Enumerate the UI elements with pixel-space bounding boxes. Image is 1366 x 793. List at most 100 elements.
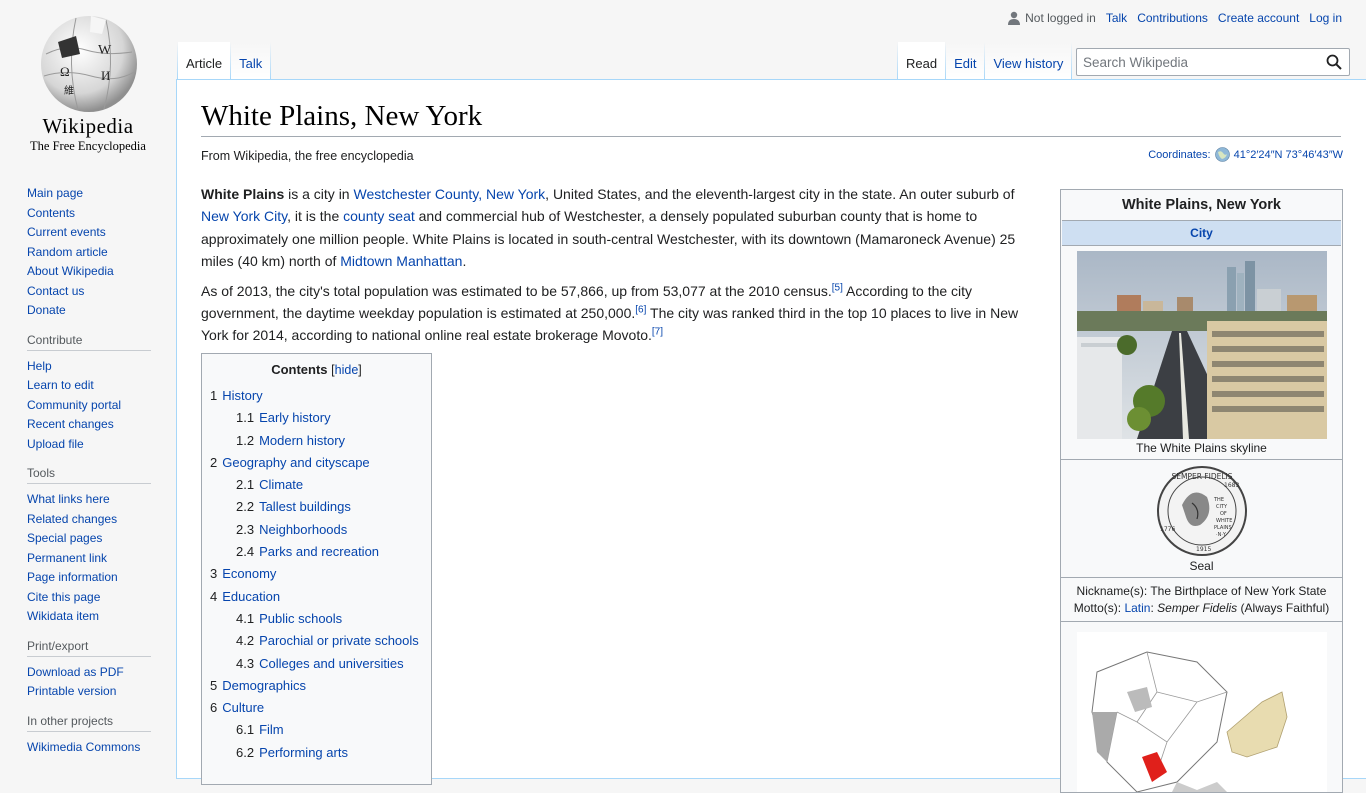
reference-7[interactable]: [7] xyxy=(652,327,663,338)
toc-link[interactable]: Demographics xyxy=(222,678,306,693)
tab-view-history[interactable]: View history xyxy=(985,42,1072,80)
coordinates-label[interactable]: Coordinates: xyxy=(1148,149,1210,161)
sidebar-list-item: Download as PDF xyxy=(27,663,151,683)
infobox-type: City xyxy=(1062,220,1341,246)
toc-item[interactable]: 2.1 Climate xyxy=(210,474,423,496)
sidebar-tools-item-list: What links here Related changes Special pa… xyxy=(27,490,151,627)
toc-item[interactable]: 6.2 Performing arts xyxy=(210,742,423,764)
toc-item[interactable]: 4.3 Colleges and universities xyxy=(210,653,423,675)
sidebar-nav-item[interactable]: Donate xyxy=(27,303,66,317)
toc-link[interactable]: Geography and cityscape xyxy=(222,455,369,470)
toc-item[interactable]: 2 Geography and cityscape xyxy=(210,452,423,474)
sidebar-contribute-item[interactable]: Help xyxy=(27,359,52,373)
login-link[interactable]: Log in xyxy=(1309,11,1342,25)
link-new-york-city[interactable]: New York City xyxy=(201,208,287,224)
toc-link[interactable]: Parochial or private schools xyxy=(259,633,419,648)
toc-link[interactable]: Film xyxy=(259,722,284,737)
toc-item[interactable]: 6 Culture xyxy=(210,697,423,719)
sidebar-nav-item[interactable]: Main page xyxy=(27,186,83,200)
link-westchester-county[interactable]: Westchester County, New York xyxy=(353,186,545,202)
sidebar-list-item: Community portal xyxy=(27,396,151,416)
reference-5[interactable]: [5] xyxy=(832,282,843,293)
sidebar-nav-item[interactable]: Contact us xyxy=(27,284,84,298)
tab-read[interactable]: Read xyxy=(898,42,946,80)
wikipedia-logo[interactable]: W Ω И 維 Wikipedia The Free Encyclopedia xyxy=(0,0,176,160)
toc-item[interactable]: 4.1 Public schools xyxy=(210,608,423,630)
tab-article[interactable]: Article xyxy=(178,42,231,80)
sidebar-tools-item[interactable]: Related changes xyxy=(27,512,117,526)
svg-text:維: 維 xyxy=(64,84,74,97)
toc-item[interactable]: 2.3 Neighborhoods xyxy=(210,519,423,541)
toc-hide-toggle[interactable]: hide xyxy=(335,363,359,377)
toc-link[interactable]: Economy xyxy=(222,566,276,581)
coordinates-value[interactable]: 41°2′24″N 73°46′43″W xyxy=(1234,149,1343,161)
toc-item[interactable]: 6.1 Film xyxy=(210,719,423,741)
toc-link[interactable]: Early history xyxy=(259,410,331,425)
infobox-type-link[interactable]: City xyxy=(1190,226,1213,240)
sidebar-contribute-item[interactable]: Community portal xyxy=(27,398,121,412)
toc-link[interactable]: Culture xyxy=(222,700,264,715)
sidebar-heading-contribute: Contribute xyxy=(27,333,151,351)
sidebar-contribute-item[interactable]: Upload file xyxy=(27,437,84,451)
sidebar-nav-item[interactable]: Random article xyxy=(27,245,108,259)
toc-link[interactable]: Tallest buildings xyxy=(259,499,351,514)
contributions-link[interactable]: Contributions xyxy=(1137,11,1208,25)
toc-number: 4.1 xyxy=(236,610,255,626)
sidebar-tools-item[interactable]: Special pages xyxy=(27,531,102,545)
toc-link[interactable]: Public schools xyxy=(259,611,342,626)
toc-link[interactable]: Parks and recreation xyxy=(259,544,379,559)
toc-number: 6.2 xyxy=(236,744,255,760)
sidebar-nav-item[interactable]: Contents xyxy=(27,206,75,220)
toc-item[interactable]: 4.2 Parochial or private schools xyxy=(210,630,423,652)
toc-link[interactable]: Education xyxy=(222,589,280,604)
toc-item[interactable]: 5 Demographics xyxy=(210,675,423,697)
toc-item[interactable]: 2.2 Tallest buildings xyxy=(210,496,423,518)
text-span: is a city in xyxy=(284,186,354,202)
search-input[interactable] xyxy=(1077,49,1319,75)
toc-link[interactable]: Modern history xyxy=(259,433,345,448)
toc-item[interactable]: 1.1 Early history xyxy=(210,407,423,429)
sidebar-contribute-item[interactable]: Recent changes xyxy=(27,417,114,431)
skyline-photo[interactable] xyxy=(1076,251,1327,439)
tab-edit[interactable]: Edit xyxy=(946,42,985,80)
link-county-seat[interactable]: county seat xyxy=(343,208,415,224)
sidebar-tools-item[interactable]: Permanent link xyxy=(27,551,107,565)
sidebar-tools-item[interactable]: Wikidata item xyxy=(27,609,99,623)
latin-link[interactable]: Latin xyxy=(1124,601,1150,615)
toc-link[interactable]: Climate xyxy=(259,477,303,492)
text-span: , it is the xyxy=(287,208,344,225)
link-midtown-manhattan[interactable]: Midtown Manhattan xyxy=(340,253,462,269)
text-span: . xyxy=(462,253,467,270)
sidebar-nav-item[interactable]: Current events xyxy=(27,225,106,239)
toc-link[interactable]: History xyxy=(222,388,262,403)
sidebar-contribute-item[interactable]: Learn to edit xyxy=(27,378,94,392)
toc-item[interactable]: 2.4 Parks and recreation xyxy=(210,541,423,563)
toc-item[interactable]: 3 Economy xyxy=(210,563,423,585)
sidebar-list-item: Donate xyxy=(27,301,151,321)
city-seal-image[interactable]: SEMPER FIDELIS 1683 THE CITY OF WHITE PL… xyxy=(1152,465,1252,557)
toc-item[interactable]: 4 Education xyxy=(210,586,423,608)
talk-link[interactable]: Talk xyxy=(1106,11,1127,25)
sidebar-list-item: Help xyxy=(27,357,151,377)
toc-link[interactable]: Colleges and universities xyxy=(259,656,404,671)
page-title: White Plains, New York xyxy=(201,100,1341,137)
tab-talk[interactable]: Talk xyxy=(231,42,271,80)
toc-item[interactable]: 1.2 Modern history xyxy=(210,430,423,452)
sidebar-print-item[interactable]: Download as PDF xyxy=(27,665,124,679)
sidebar-heading-projects: In other projects xyxy=(27,714,151,732)
population-paragraph: As of 2013, the city's total population … xyxy=(201,280,1023,347)
toc-item[interactable]: 1 History xyxy=(210,385,423,407)
sidebar-nav-item[interactable]: About Wikipedia xyxy=(27,264,114,278)
toc-link[interactable]: Performing arts xyxy=(259,745,348,760)
sidebar-tools-item[interactable]: Cite this page xyxy=(27,590,100,604)
toc-number: 6 xyxy=(210,700,218,716)
reference-6[interactable]: [6] xyxy=(635,304,646,315)
sidebar-tools-item[interactable]: What links here xyxy=(27,492,110,506)
sidebar-print-item[interactable]: Printable version xyxy=(27,684,116,698)
toc-link[interactable]: Neighborhoods xyxy=(259,522,347,537)
sidebar-tools-item[interactable]: Page information xyxy=(27,570,118,584)
location-map[interactable] xyxy=(1076,632,1327,792)
create-account-link[interactable]: Create account xyxy=(1218,11,1299,25)
sidebar-projects-item[interactable]: Wikimedia Commons xyxy=(27,740,140,754)
search-icon[interactable] xyxy=(1326,54,1342,70)
